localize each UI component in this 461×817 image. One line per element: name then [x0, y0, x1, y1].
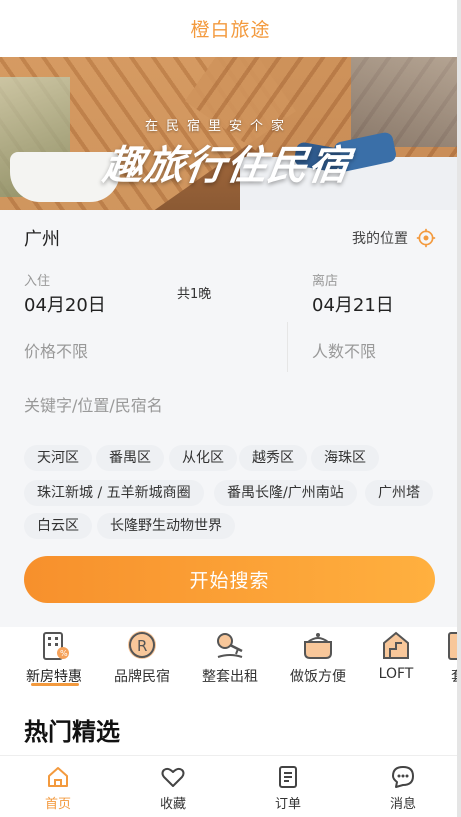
location-tag[interactable]: 番禺区 [96, 445, 164, 471]
checkin-date[interactable]: 04月20日 [24, 291, 106, 317]
message-icon [392, 766, 414, 788]
checkin-label: 入住 [24, 274, 51, 289]
building-discount-icon: % [43, 632, 69, 660]
category-label: 整套出租 [202, 669, 258, 685]
tab-home[interactable]: 首页 [13, 764, 103, 812]
location-tag[interactable]: 广州塔 [365, 480, 433, 506]
category-loft[interactable]: LOFT [356, 627, 436, 682]
filter-divider [287, 322, 288, 372]
location-tag[interactable]: 白云区 [24, 513, 92, 539]
registered-brand-icon: R [128, 631, 156, 659]
tab-label: 消息 [389, 797, 416, 812]
location-tag[interactable]: 从化区 [169, 445, 237, 471]
category-brand-homestay[interactable]: R 品牌民宿 [102, 627, 182, 686]
checkout-date[interactable]: 04月21日 [312, 291, 394, 317]
city-row: 广州 我的位置 [24, 226, 436, 250]
tab-label: 订单 [274, 797, 301, 812]
tab-favorites[interactable]: 收藏 [128, 764, 218, 812]
my-location-button[interactable]: 我的位置 [352, 228, 436, 248]
people-filter[interactable]: 人数不限 [312, 338, 376, 362]
app-title: 橙白旅途 [190, 19, 271, 41]
category-entire-rental[interactable]: 整套出租 [190, 627, 270, 686]
category-new-house-deals[interactable]: % 新房特惠 [14, 627, 94, 686]
price-filter[interactable]: 价格不限 [24, 338, 88, 362]
location-tag[interactable]: 海珠区 [311, 445, 379, 471]
category-label: 品牌民宿 [114, 669, 170, 685]
category-label: 做饭方便 [290, 669, 346, 685]
svg-text:%: % [60, 649, 68, 658]
hot-section-title: 热门精选 [24, 718, 120, 746]
location-tag[interactable]: 长隆野生动物世界 [97, 513, 235, 539]
heart-icon [161, 767, 185, 787]
svg-text:R: R [137, 637, 147, 655]
order-icon [279, 766, 297, 788]
app-page: 橙白旅途 在民宿里安个家 趣旅行住民宿 广州 我的位置 入住 04月20日 共1 [0, 0, 461, 817]
locate-icon [416, 228, 436, 248]
start-search-button[interactable]: 开始搜索 [24, 556, 435, 603]
banner-window-right [351, 57, 461, 147]
key-icon [217, 633, 243, 658]
tab-label: 首页 [44, 797, 71, 812]
banner-headline: 趣旅行住民宿 [100, 143, 353, 189]
loft-house-icon [383, 631, 409, 659]
category-easy-cooking[interactable]: 做饭方便 [278, 627, 358, 686]
promo-banner[interactable]: 在民宿里安个家 趣旅行住民宿 [0, 57, 461, 210]
city-selector[interactable]: 广州 [24, 225, 60, 251]
category-strip: % 新房特惠 R 品牌民宿 整套出租 做饭方便 LOFT 套 [0, 627, 461, 687]
tab-label: 收藏 [159, 797, 186, 812]
app-header: 橙白旅途 [0, 0, 461, 57]
cooking-pot-icon [304, 633, 332, 659]
active-category-indicator [31, 683, 79, 686]
banner-subtitle: 在民宿里安个家 [145, 119, 293, 134]
home-icon [48, 767, 68, 787]
tab-orders[interactable]: 订单 [243, 764, 333, 812]
category-label: LOFT [378, 666, 414, 682]
keyword-search-input[interactable]: 关键字/位置/民宿名 [24, 392, 163, 416]
location-tag[interactable]: 番禺长隆/广州南站 [214, 480, 357, 506]
location-tag[interactable]: 珠江新城 / 五羊新城商圈 [24, 480, 204, 506]
location-tag[interactable]: 天河区 [24, 445, 92, 471]
my-location-label: 我的位置 [352, 231, 408, 247]
bottom-tab-bar: 首页 收藏 订单 消息 [0, 755, 461, 817]
scrollbar[interactable] [457, 0, 461, 817]
nights-count: 共1晚 [177, 287, 212, 302]
checkout-label: 离店 [312, 274, 339, 289]
tab-messages[interactable]: 消息 [358, 764, 448, 812]
location-tag[interactable]: 越秀区 [239, 445, 307, 471]
